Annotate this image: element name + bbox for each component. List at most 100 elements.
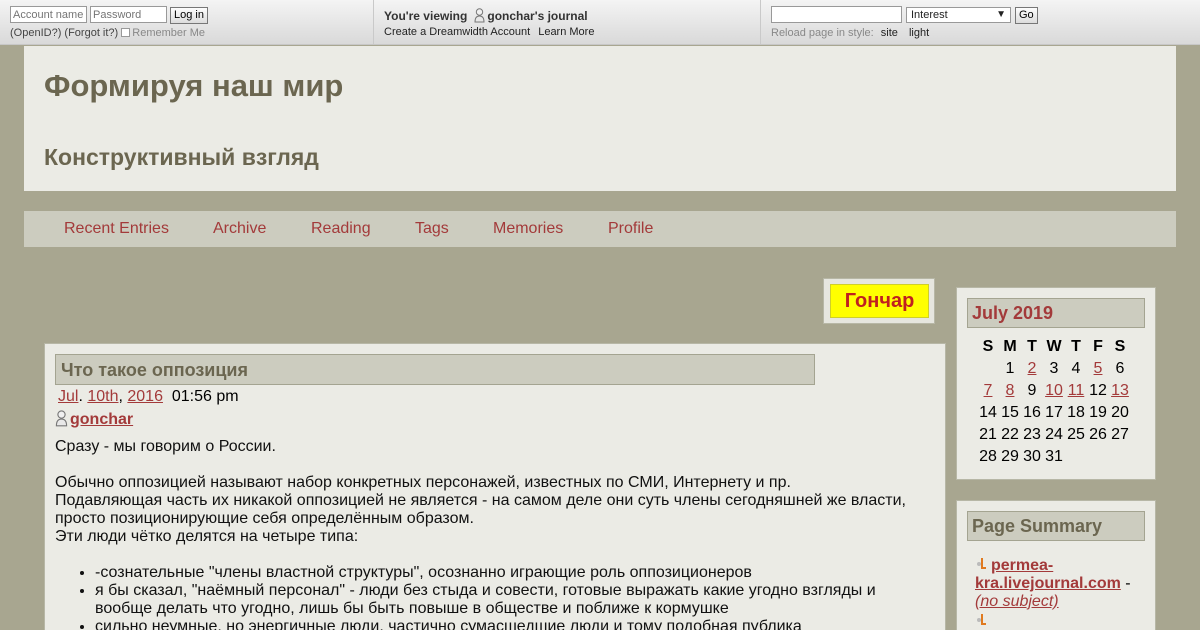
- calendar-day-link[interactable]: 7: [984, 382, 993, 399]
- calendar-weekday: S: [982, 338, 994, 355]
- calendar-weekday: M: [1003, 338, 1017, 355]
- calendar-week: 14 15 16 17 18 19 20: [977, 402, 1131, 424]
- calendar-day: 4: [1071, 360, 1081, 377]
- entry-paragraph: Обычно оппозицией называют набор конкрет…: [55, 474, 791, 491]
- calendar-day: 15: [1001, 404, 1019, 421]
- calendar-month-link[interactable]: July 2019: [972, 303, 1053, 324]
- nav-recent-entries[interactable]: Recent Entries: [64, 220, 169, 238]
- entry-date-day-link[interactable]: 10th: [87, 388, 118, 405]
- viewing-section: You're viewing gonchar's journal Create …: [374, 0, 761, 44]
- learn-more-link[interactable]: Learn More: [538, 26, 594, 38]
- password-input[interactable]: [90, 6, 167, 23]
- entry-author-link[interactable]: gonchar: [70, 411, 133, 428]
- calendar-day-link[interactable]: 2: [1028, 360, 1037, 377]
- calendar-week: 21 22 23 24 25 26 27: [977, 424, 1131, 446]
- livejournal-user-icon: [977, 614, 986, 625]
- style-site-link[interactable]: site: [881, 27, 898, 39]
- login-button[interactable]: Log in: [170, 7, 208, 24]
- entry-list: -сознательные "члены властной структуры"…: [95, 564, 935, 630]
- calendar-day: 29: [1001, 448, 1019, 465]
- calendar-day: 19: [1089, 404, 1107, 421]
- summary-user-link[interactable]: permea-kra.livejournal.com: [975, 557, 1121, 592]
- entry-title-bar: Что такое оппозиция: [55, 354, 815, 385]
- entry-list-item: сильно неумные, но энергичные люди, част…: [95, 618, 935, 630]
- calendar-day: [977, 358, 999, 380]
- calendar-day[interactable]: 2: [1021, 358, 1043, 380]
- account-name-input[interactable]: [10, 6, 87, 23]
- list-item: [975, 613, 1145, 630]
- journal-subtitle: Конструктивный взгляд: [44, 144, 319, 170]
- dreamwidth-navstrip: Log in (OpenID?) (Forgot it?) Remember M…: [0, 0, 1200, 45]
- entry-date-month-link[interactable]: Jul: [58, 388, 78, 405]
- calendar-weekday: F: [1093, 338, 1103, 355]
- remember-me-label: Remember Me: [132, 27, 206, 39]
- nav-profile[interactable]: Profile: [608, 220, 653, 238]
- calendar-day: 12: [1089, 382, 1107, 399]
- calendar-weekday: T: [1071, 338, 1081, 355]
- summary-subject-link[interactable]: (no subject): [975, 593, 1059, 610]
- calendar-weekday: W: [1046, 338, 1062, 355]
- userpic-image[interactable]: Гончар: [830, 284, 929, 318]
- journal-header: Формируя наш мир Конструктивный взгляд: [24, 46, 1176, 191]
- calendar-weekday: S: [1114, 338, 1126, 355]
- entry-paragraph: Сразу - мы говорим о России.: [55, 438, 276, 455]
- nav-reading[interactable]: Reading: [311, 220, 371, 238]
- openid-link[interactable]: (OpenID?): [10, 27, 61, 39]
- journal-navigation: Recent Entries Archive Reading Tags Memo…: [24, 211, 1176, 247]
- entry-list-item: я бы сказал, "наёмный персонал" - люди б…: [95, 582, 935, 618]
- nav-memories[interactable]: Memories: [493, 220, 563, 238]
- journal-entry: Что такое оппозиция Jul. 10th, 2016 01:5…: [44, 343, 946, 630]
- search-go-button[interactable]: Go: [1015, 7, 1038, 24]
- remember-me-checkbox[interactable]: [121, 28, 131, 37]
- page-summary-title: Page Summary: [972, 516, 1103, 536]
- style-light-link[interactable]: light: [909, 27, 929, 39]
- calendar-day[interactable]: 13: [1109, 380, 1131, 402]
- search-type-value: Interest: [911, 9, 948, 21]
- calendar-day[interactable]: 8: [999, 380, 1021, 402]
- nav-tags[interactable]: Tags: [415, 220, 449, 238]
- search-type-select[interactable]: Interest ▼: [906, 7, 1011, 23]
- journal-title[interactable]: Формируя наш мир: [44, 68, 343, 104]
- calendar-day-link[interactable]: 8: [1006, 382, 1015, 399]
- entry-paragraph: Эти люди чётко делятся на четыре типа:: [55, 528, 359, 545]
- entry-title[interactable]: Что такое оппозиция: [61, 360, 248, 381]
- nav-archive[interactable]: Archive: [213, 220, 266, 238]
- calendar-day[interactable]: 11: [1065, 380, 1087, 402]
- dropdown-arrow-icon: ▼: [996, 9, 1006, 20]
- calendar-day[interactable]: 10: [1043, 380, 1065, 402]
- calendar-day: 23: [1023, 426, 1041, 443]
- calendar-day[interactable]: 7: [977, 380, 999, 402]
- entry-time: 01:56 pm: [171, 388, 239, 405]
- entry-author: gonchar: [55, 410, 133, 429]
- calendar-day-link[interactable]: 11: [1068, 382, 1085, 399]
- calendar-day: [1065, 446, 1087, 468]
- calendar-day: 17: [1045, 404, 1063, 421]
- calendar-day: 30: [1023, 448, 1041, 465]
- calendar-day: 27: [1111, 426, 1129, 443]
- calendar-day[interactable]: 5: [1087, 358, 1109, 380]
- calendar-grid: SMTWTFS 1 2 3 4 5 6 7 8 9 10 11 12 13 14 15 16 17 18 19 20 2…: [977, 336, 1131, 468]
- search-section: Interest ▼ Go Reload page in style: site…: [761, 0, 1200, 44]
- create-account-link[interactable]: Create a Dreamwidth Account: [384, 26, 530, 38]
- calendar-day: 1: [1005, 360, 1015, 377]
- page-summary-list: permea-kra.livejournal.com - (no subject…: [975, 557, 1145, 630]
- calendar-day: 25: [1067, 426, 1085, 443]
- forgot-password-link[interactable]: (Forgot it?): [64, 27, 118, 39]
- login-section: Log in (OpenID?) (Forgot it?) Remember M…: [0, 0, 374, 44]
- entry-list-item: -сознательные "члены властной структуры"…: [95, 564, 935, 582]
- entry-body: Сразу - мы говорим о России. Обычно оппо…: [55, 438, 935, 630]
- journal-page: Формируя наш мир Конструктивный взгляд R…: [24, 46, 1176, 630]
- list-item: permea-kra.livejournal.com - (no subject…: [975, 557, 1145, 611]
- entry-datetime: Jul. 10th, 2016 01:56 pm: [58, 388, 239, 405]
- calendar-day-link[interactable]: 5: [1094, 360, 1103, 377]
- entry-date-year-link[interactable]: 2016: [127, 388, 163, 405]
- calendar-day: 20: [1111, 404, 1129, 421]
- calendar-day-link[interactable]: 10: [1045, 382, 1063, 399]
- livejournal-user-icon: [977, 558, 986, 569]
- calendar-day: 16: [1023, 404, 1041, 421]
- viewing-journal-link[interactable]: gonchar's journal: [487, 9, 587, 23]
- search-input[interactable]: [771, 6, 902, 23]
- calendar-day-link[interactable]: 13: [1111, 382, 1129, 399]
- user-head-icon: [474, 8, 485, 23]
- userpic-frame: Гончар: [823, 278, 935, 324]
